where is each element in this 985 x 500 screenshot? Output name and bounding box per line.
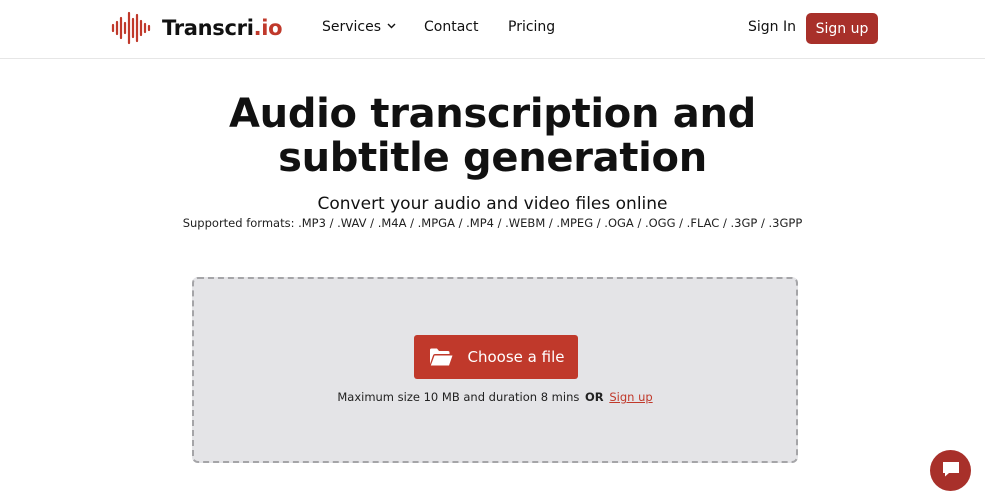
folder-open-icon (428, 347, 454, 367)
nav-pricing[interactable]: Pricing (508, 19, 555, 35)
page-title-line-1: Audio transcription and (228, 91, 756, 137)
logo-text-accent: .io (253, 16, 283, 40)
logo[interactable]: Transcri.io (110, 11, 283, 45)
nav-services-label: Services (322, 19, 382, 35)
page-title-line-2: subtitle generation (278, 135, 707, 181)
site-header: Transcri.io Services Contact Pricing Sig… (0, 0, 985, 59)
upload-limits-text: Maximum size 10 MB and duration 8 mins (337, 390, 580, 404)
upload-limits-or: OR (585, 390, 604, 404)
chat-button[interactable] (930, 450, 971, 491)
sign-up-button[interactable]: Sign up (806, 13, 878, 44)
supported-formats: Supported formats: .MP3 / .WAV / .M4A / … (182, 216, 803, 230)
waveform-icon (110, 11, 156, 45)
page-title: Audio transcription and subtitle generat… (0, 92, 985, 180)
upload-signup-link[interactable]: Sign up (609, 390, 652, 404)
file-dropzone[interactable]: Choose a file Maximum size 10 MB and dur… (192, 277, 798, 463)
sign-in-link[interactable]: Sign In (748, 19, 796, 35)
nav-contact[interactable]: Contact (424, 19, 478, 35)
choose-file-button[interactable]: Choose a file (414, 335, 578, 379)
page-subtitle: Convert your audio and video files onlin… (317, 194, 668, 214)
chat-icon (941, 460, 961, 482)
logo-text: Transcri.io (162, 16, 283, 40)
upload-limits: Maximum size 10 MB and duration 8 mins O… (194, 390, 796, 404)
logo-text-main: Transcri (162, 16, 254, 40)
chevron-down-icon (387, 22, 396, 32)
choose-file-label: Choose a file (467, 348, 565, 366)
nav-services[interactable]: Services (322, 19, 396, 35)
